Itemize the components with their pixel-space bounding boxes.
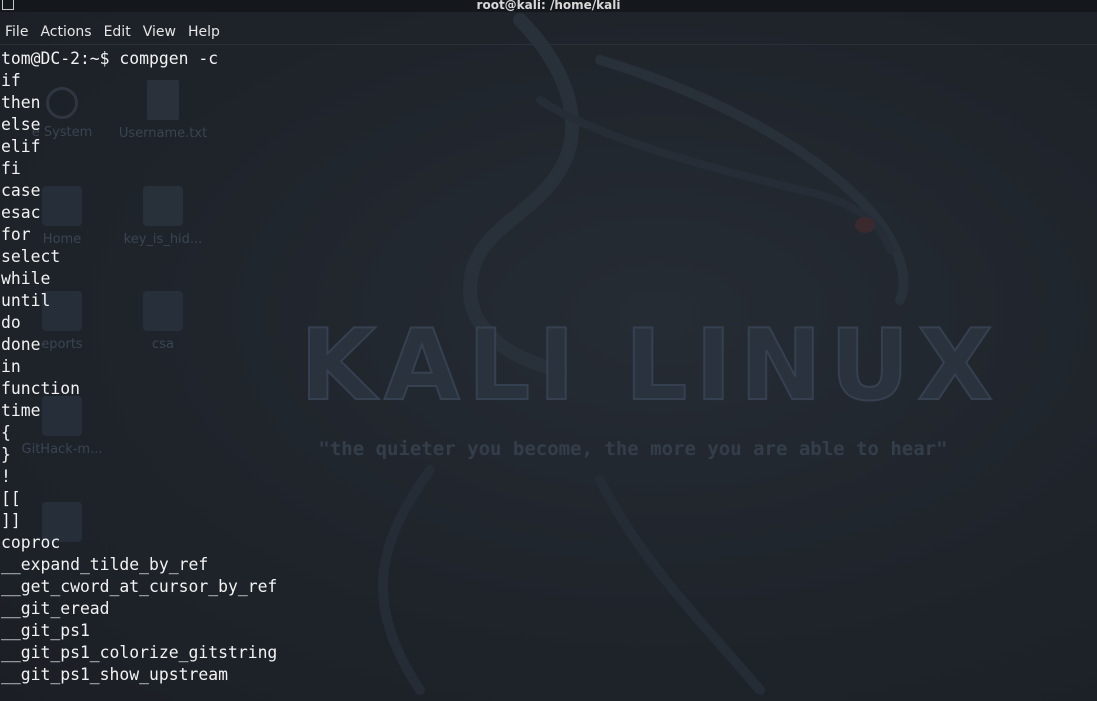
terminal-output-line: function [1,379,80,398]
menu-help[interactable]: Help [182,20,226,44]
terminal-output-line: while [1,269,51,288]
terminal-prompt-line: tom@DC-2:~$ compgen -c [1,49,219,68]
terminal-output-line: { [1,423,11,442]
menu-bar: File Actions Edit View Help [0,20,1097,45]
menu-actions[interactable]: Actions [34,20,97,44]
terminal-output-line: __git_ps1_show_upstream [1,665,228,684]
terminal-output-line: fi [1,159,21,178]
terminal-output-line: do [1,313,21,332]
terminal-output-line: ! [1,467,11,486]
terminal-output-line: __get_cword_at_cursor_by_ref [1,577,278,596]
menu-file[interactable]: File [0,20,34,44]
terminal-output-line: ]] [1,511,21,530]
menu-edit[interactable]: Edit [98,20,137,44]
terminal-output-line: esac [1,203,41,222]
terminal-output-line: then [1,93,41,112]
terminal-output-line: done [1,335,41,354]
terminal-output-line: __git_eread [1,599,110,618]
terminal-output-line: if [1,71,21,90]
menu-view[interactable]: View [137,20,182,44]
terminal-output-line: __git_ps1 [1,621,90,640]
terminal-output-line: __git_ps1_colorize_gitstring [1,643,278,662]
terminal-output-line: [[ [1,489,21,508]
terminal-output-line: coproc [1,533,61,552]
top-panel: root@kali: /home/kali [0,0,1097,12]
terminal-output[interactable]: tom@DC-2:~$ compgen -c if then else elif fi ca… [1,48,1091,698]
window-title: root@kali: /home/kali [476,0,621,12]
terminal-output-line: __expand_tilde_by_ref [1,555,209,574]
terminal-output-line: time [1,401,41,420]
terminal-output-line: in [1,357,21,376]
terminal-output-line: elif [1,137,41,156]
terminal-output-line: } [1,445,11,464]
terminal-output-line: else [1,115,41,134]
terminal-output-line: select [1,247,61,266]
terminal-output-line: for [1,225,31,244]
terminal-output-line: until [1,291,51,310]
terminal-output-line: case [1,181,41,200]
